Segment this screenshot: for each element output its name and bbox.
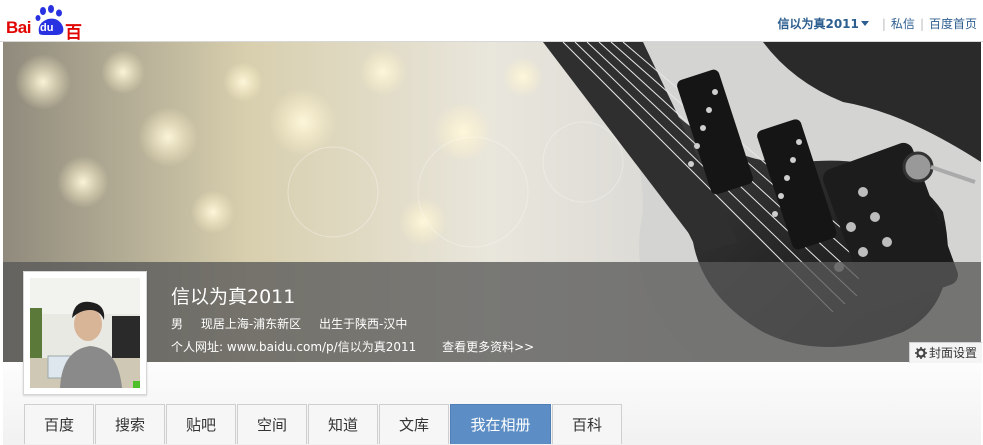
profile-birthplace: 出生于陕西-汉中 — [319, 317, 408, 331]
tab-space[interactable]: 空间 — [237, 404, 307, 444]
divider: | — [919, 16, 924, 31]
baidu-home-link[interactable]: 百度首页 — [929, 15, 977, 32]
profile-gender: 男 — [171, 317, 184, 331]
top-nav: 信以为真2011 | 私信 | 百度首页 — [777, 15, 977, 32]
cover-settings-button[interactable]: 封面设置 — [909, 342, 982, 363]
tab-tieba[interactable]: 贴吧 — [166, 404, 236, 444]
baidu-logo[interactable]: Bai du 百度 — [6, 5, 98, 68]
logo-text-du: du — [40, 22, 54, 34]
avatar-photo — [30, 278, 140, 388]
tab-zhidao[interactable]: 知道 — [308, 404, 378, 444]
profile-name: 信以为真2011 — [171, 286, 296, 308]
messages-link[interactable]: 私信 — [891, 15, 915, 32]
avatar[interactable] — [23, 271, 147, 395]
profile-details: 男 现居上海-浦东新区 出生于陕西-汉中 — [171, 315, 421, 332]
cover-settings-label: 封面设置 — [929, 346, 978, 360]
profile-residence: 现居上海-浦东新区 — [200, 317, 302, 331]
tab-wenku[interactable]: 文库 — [379, 404, 449, 444]
tab-album[interactable]: 我在相册 — [450, 404, 551, 444]
tab-search[interactable]: 搜索 — [95, 404, 165, 444]
homepage-label: 个人网址: — [171, 340, 224, 354]
gear-icon — [915, 347, 927, 359]
divider: | — [881, 16, 886, 31]
cover-banner — [3, 42, 981, 362]
homepage-url[interactable]: www.baidu.com/p/信以为真2011 — [227, 340, 416, 354]
online-status-indicator — [133, 381, 140, 388]
top-bar: Bai du 百度 信以为真2011 | 私信 | 百度首页 — [0, 0, 983, 68]
profile-homepage: 个人网址: www.baidu.com/p/信以为真2011 查看更多资料>> — [171, 338, 534, 355]
tab-baidu[interactable]: 百度 — [24, 404, 94, 444]
more-info-link[interactable]: 查看更多资料>> — [442, 340, 534, 354]
chevron-down-icon[interactable] — [860, 21, 869, 26]
tab-baike[interactable]: 百科 — [552, 404, 622, 444]
username-menu[interactable]: 信以为真2011 — [777, 15, 858, 32]
logo-text-latin: Bai — [6, 18, 31, 37]
